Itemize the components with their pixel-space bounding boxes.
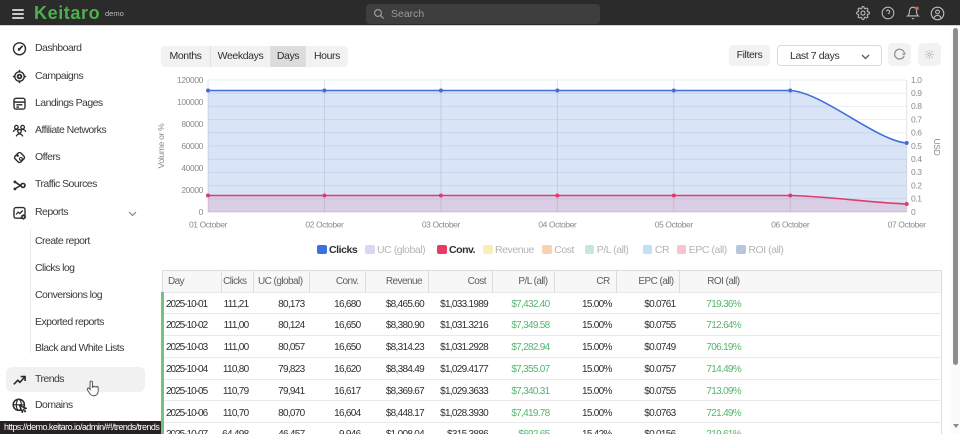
svg-text:07 October: 07 October [888, 220, 927, 230]
svg-text:01 October: 01 October [189, 220, 228, 230]
svg-text:0: 0 [199, 207, 204, 217]
svg-text:Volume or %: Volume or % [156, 123, 166, 169]
svg-text:20000: 20000 [181, 185, 203, 195]
svg-text:1.0: 1.0 [911, 75, 922, 85]
svg-text:80000: 80000 [181, 119, 203, 129]
svg-text:06 October: 06 October [771, 220, 810, 230]
svg-text:0.1: 0.1 [911, 194, 922, 204]
svg-text:02 October: 02 October [305, 220, 344, 230]
svg-text:0.4: 0.4 [911, 154, 922, 164]
svg-text:120000: 120000 [177, 75, 204, 85]
svg-text:0.8: 0.8 [911, 101, 922, 111]
svg-text:0.2: 0.2 [911, 180, 922, 190]
svg-text:0.9: 0.9 [911, 88, 922, 98]
svg-text:0.3: 0.3 [911, 167, 922, 177]
svg-text:100000: 100000 [177, 97, 204, 107]
svg-text:03 October: 03 October [422, 220, 461, 230]
svg-text:40000: 40000 [181, 163, 203, 173]
svg-text:60000: 60000 [181, 141, 203, 151]
svg-text:04 October: 04 October [538, 220, 577, 230]
svg-text:0.7: 0.7 [911, 114, 922, 124]
svg-text:05 October: 05 October [655, 220, 694, 230]
svg-text:USD: USD [932, 138, 942, 155]
svg-text:0.6: 0.6 [911, 128, 922, 138]
svg-text:0.5: 0.5 [911, 141, 922, 151]
svg-text:0: 0 [911, 207, 916, 217]
